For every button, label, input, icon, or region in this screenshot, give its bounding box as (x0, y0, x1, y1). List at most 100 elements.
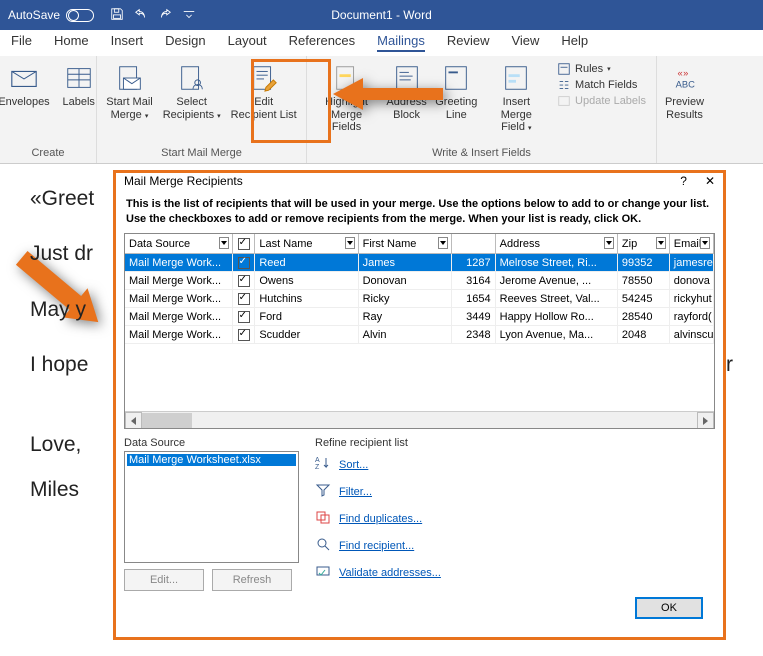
duplicates-icon (315, 509, 331, 528)
tab-insert[interactable]: Insert (100, 29, 155, 56)
filter-icon (315, 482, 331, 501)
address-block-button[interactable]: AddressBlock (384, 60, 429, 123)
grid-header-cell[interactable]: Data Source (125, 234, 233, 253)
grid-cell: 1287 (452, 254, 495, 271)
group-start-mail-merge: Start MailMerge ▾ SelectRecipients ▾ Edi… (97, 56, 307, 163)
grid-cell: 1654 (452, 290, 495, 307)
edit-recipient-list-button[interactable]: EditRecipient List (228, 60, 300, 123)
table-row[interactable]: Mail Merge Work...HutchinsRicky1654Reeve… (125, 290, 714, 308)
dialog-title: Mail Merge Recipients (124, 174, 243, 188)
select-all-checkbox[interactable] (238, 238, 250, 250)
greeting-line-button[interactable]: GreetingLine (433, 60, 480, 123)
start-mail-merge-button[interactable]: Start MailMerge ▾ (103, 60, 155, 123)
chevron-down-icon[interactable] (345, 237, 355, 249)
ok-button[interactable]: OK (635, 597, 703, 619)
chevron-down-icon[interactable] (219, 237, 229, 249)
mail-merge-recipients-dialog: Mail Merge Recipients ? ✕ This is the li… (113, 170, 726, 640)
qat-customize-icon[interactable] (182, 7, 196, 24)
chevron-down-icon[interactable] (438, 237, 448, 249)
grid-cell: alvinscu (670, 326, 714, 343)
row-checkbox[interactable] (238, 275, 250, 287)
edit-button[interactable]: Edit... (124, 569, 204, 591)
save-icon[interactable] (110, 7, 124, 24)
grid-cell: 54245 (618, 290, 670, 307)
grid-header: Data Source Last NameFirst Name AddressZip… (125, 234, 714, 254)
update-labels-button: Update Labels (557, 94, 646, 108)
scroll-left-icon[interactable] (125, 412, 142, 429)
labels-icon (63, 62, 95, 94)
highlight-merge-fields-button[interactable]: HighlightMerge Fields (313, 60, 380, 136)
grid-body: Mail Merge Work...ReedJames1287Melrose S… (125, 254, 714, 411)
grid-header-cell[interactable] (233, 234, 255, 253)
match-fields-button[interactable]: Match Fields (557, 78, 646, 92)
refresh-button[interactable]: Refresh (212, 569, 292, 591)
autosave-label: AutoSave (8, 8, 60, 22)
tab-layout[interactable]: Layout (217, 29, 278, 56)
tab-review[interactable]: Review (436, 29, 501, 56)
table-row[interactable]: Mail Merge Work...ReedJames1287Melrose S… (125, 254, 714, 272)
dialog-instructions: This is the list of recipients that will… (124, 195, 715, 233)
select-recipients-button[interactable]: SelectRecipients ▾ (160, 60, 224, 123)
grid-header-cell[interactable] (452, 234, 495, 253)
chevron-down-icon[interactable] (700, 237, 710, 249)
row-checkbox[interactable] (238, 311, 250, 323)
recipients-grid[interactable]: Data Source Last NameFirst Name AddressZip… (124, 233, 715, 429)
tab-home[interactable]: Home (43, 29, 100, 56)
grid-header-cell[interactable]: Address (496, 234, 618, 253)
grid-cell: Ricky (359, 290, 453, 307)
row-checkbox[interactable] (238, 257, 250, 269)
sort-icon: AZ (315, 455, 331, 474)
grid-cell: Scudder (255, 326, 358, 343)
tab-help[interactable]: Help (550, 29, 599, 56)
address-block-icon (391, 62, 423, 94)
redo-icon[interactable] (158, 7, 172, 24)
grid-header-cell[interactable]: Zip (618, 234, 670, 253)
row-checkbox[interactable] (238, 329, 250, 341)
chevron-down-icon[interactable] (604, 237, 614, 249)
help-button[interactable]: ? (680, 174, 687, 188)
grid-header-cell[interactable]: First Name (359, 234, 453, 253)
close-button[interactable]: ✕ (705, 174, 715, 188)
title-bar: AutoSave Document1 - Word (0, 0, 763, 30)
scroll-right-icon[interactable] (697, 412, 714, 429)
insert-field-icon (500, 62, 532, 94)
grid-header-cell[interactable]: Last Name (255, 234, 358, 253)
validate-addresses-link[interactable]: Validate addresses... (315, 563, 715, 582)
grid-cell (233, 290, 255, 307)
preview-icon: «»ABC (669, 62, 701, 94)
table-row[interactable]: Mail Merge Work...ScudderAlvin2348Lyon A… (125, 326, 714, 344)
table-row[interactable]: Mail Merge Work...FordRay3449Happy Hollo… (125, 308, 714, 326)
preview-results-button[interactable]: «»ABC PreviewResults (662, 60, 707, 123)
grid-cell: Jerome Avenue, ... (496, 272, 618, 289)
tab-references[interactable]: References (278, 29, 366, 56)
labels-button[interactable]: Labels (57, 60, 101, 111)
tab-file[interactable]: File (0, 29, 43, 56)
grid-cell (233, 272, 255, 289)
data-source-item[interactable]: Mail Merge Worksheet.xlsx (127, 454, 296, 466)
find-duplicates-link[interactable]: Find duplicates... (315, 509, 715, 528)
envelopes-button[interactable]: Envelopes (0, 60, 53, 111)
horizontal-scrollbar[interactable] (125, 411, 714, 428)
edit-list-icon (248, 62, 280, 94)
data-source-listbox[interactable]: Mail Merge Worksheet.xlsx (124, 451, 299, 563)
table-row[interactable]: Mail Merge Work...OwensDonovan3164Jerome… (125, 272, 714, 290)
insert-merge-field-button[interactable]: Insert MergeField ▾ (484, 60, 549, 136)
grid-cell: Melrose Street, Ri... (496, 254, 618, 271)
undo-icon[interactable] (134, 7, 148, 24)
tab-view[interactable]: View (500, 29, 550, 56)
row-checkbox[interactable] (238, 293, 250, 305)
grid-header-cell[interactable]: Email (670, 234, 714, 253)
tab-mailings[interactable]: Mailings (366, 29, 436, 56)
scroll-thumb[interactable] (142, 413, 192, 428)
sort-link[interactable]: AZ Sort... (315, 455, 715, 474)
grid-cell (233, 326, 255, 343)
find-recipient-link[interactable]: Find recipient... (315, 536, 715, 555)
rules-button[interactable]: Rules ▾ (557, 62, 646, 76)
chevron-down-icon[interactable] (656, 237, 666, 249)
filter-link[interactable]: Filter... (315, 482, 715, 501)
toggle-off-icon[interactable] (66, 9, 94, 22)
autosave-toggle[interactable]: AutoSave (0, 8, 102, 22)
quick-access-toolbar (102, 7, 204, 24)
grid-cell: Ford (255, 308, 358, 325)
tab-design[interactable]: Design (154, 29, 216, 56)
